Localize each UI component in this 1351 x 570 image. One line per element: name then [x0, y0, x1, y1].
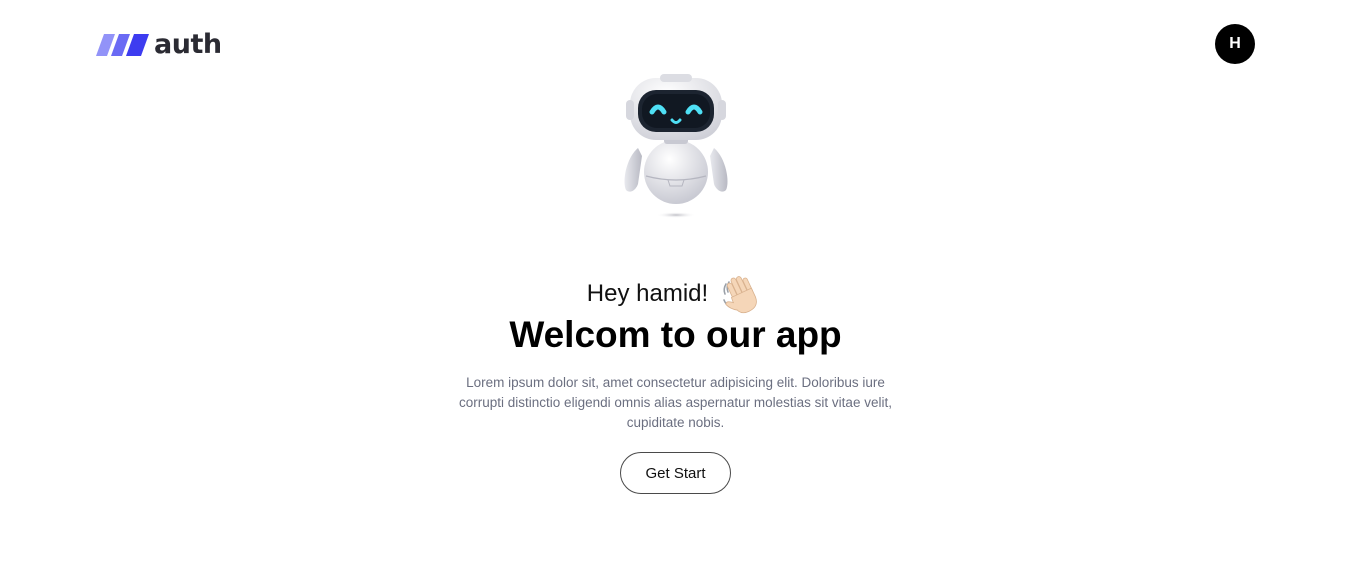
- logo[interactable]: auth: [96, 30, 222, 60]
- logo-text: auth: [154, 29, 222, 60]
- robot-icon: [624, 74, 728, 218]
- welcome-page: auth H Hey hamid! Welcom to our app Lore…: [0, 0, 1351, 570]
- description-text: Lorem ipsum dolor sit, amet consectetur …: [459, 375, 892, 430]
- greeting: Hey hamid!: [0, 270, 1351, 318]
- logo-stripes-icon: [96, 34, 149, 56]
- page-title: Welcom to our app: [509, 314, 842, 355]
- get-start-button[interactable]: Get Start: [620, 452, 731, 494]
- waving-hand-icon: [723, 276, 758, 314]
- user-avatar[interactable]: H: [1215, 24, 1255, 64]
- greeting-text: Hey hamid!: [586, 280, 709, 307]
